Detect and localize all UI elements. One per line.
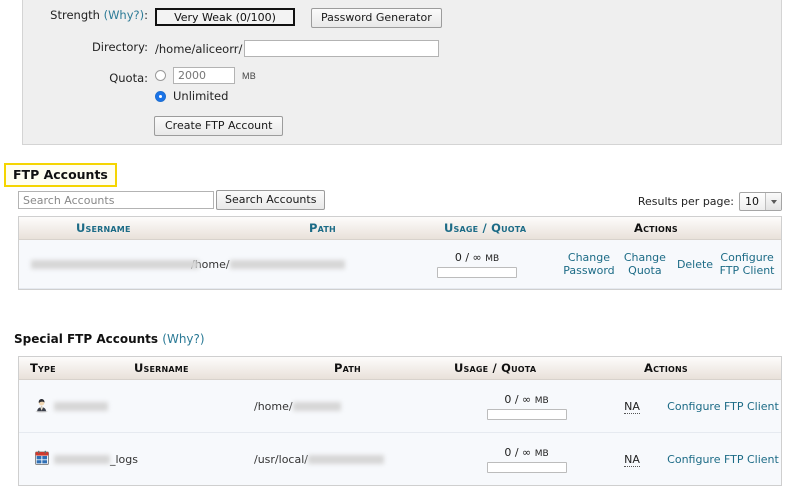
row-path-prefix: /usr/local/ (254, 452, 308, 466)
usage-progress-bar (486, 408, 567, 420)
log-icon (34, 450, 50, 466)
results-per-page-select[interactable]: 10 (739, 192, 782, 211)
directory-label: Directory: (91, 40, 148, 54)
row-type-icon (19, 450, 54, 469)
column-header-username[interactable]: Username (19, 221, 309, 235)
strength-row: Strength (Why?): Very Weak (0/100) Passw… (23, 8, 442, 28)
strength-why-link[interactable]: (Why?) (104, 8, 145, 22)
table-row: _logs /usr/local/ 0 / ∞ MB NA Configure … (19, 433, 781, 485)
username-suffix: _logs (110, 452, 138, 466)
row-special-path: /home/ (254, 400, 454, 413)
usage-value: 0 / ∞ (504, 392, 532, 406)
results-per-page-value: 10 (745, 195, 759, 208)
quota-unlimited-label: Unlimited (173, 89, 229, 103)
strength-label-text: Strength (50, 8, 100, 22)
usage-value: 0 / ∞ (454, 250, 482, 264)
directory-prefix: /home/aliceorr/ (155, 42, 243, 56)
special-ftp-why-link[interactable]: (Why?) (162, 332, 204, 346)
usage-unit: MB (485, 253, 500, 264)
usage-value: 0 / ∞ (504, 445, 532, 459)
row-special-username: _logs (54, 453, 254, 466)
quota-amount-radio[interactable] (155, 70, 166, 81)
column-header-special-actions: Actions (644, 361, 688, 375)
row-special-quota-na: NA (599, 399, 665, 414)
results-per-page: Results per page: 10 (638, 192, 782, 211)
column-header-special-path: Path (334, 361, 361, 375)
row-special-usage-quota: 0 / ∞ MB (454, 446, 599, 473)
quota-na-abbr[interactable]: NA (624, 399, 640, 414)
search-accounts-button[interactable]: Search Accounts (216, 190, 326, 210)
row-special-usage-quota: 0 / ∞ MB (454, 393, 599, 420)
row-actions: Change Password Change Quota Delete Conf… (547, 251, 781, 277)
password-generator-button[interactable]: Password Generator (311, 8, 442, 28)
password-strength-indicator: Very Weak (0/100) (155, 8, 295, 26)
column-header-special-username: Username (134, 361, 189, 375)
chevron-down-icon[interactable] (765, 193, 781, 210)
column-header-type: Type (30, 361, 56, 375)
row-type-icon (19, 397, 54, 416)
quota-unit-label: MB (242, 70, 256, 81)
column-header-path[interactable]: Path (309, 221, 444, 235)
ftp-accounts-table: Username Path Usage / Quota Actions /hom… (18, 216, 782, 290)
user-icon (34, 397, 50, 413)
quota-row: Quota: MB Unlimited (23, 67, 256, 103)
column-header-special-usage-quota: Usage / Quota (454, 361, 537, 375)
redacted-path (292, 402, 341, 412)
create-ftp-account-button[interactable]: Create FTP Account (154, 116, 284, 136)
ftp-accounts-title-text: FTP Accounts (13, 167, 108, 182)
row-username (19, 258, 199, 270)
special-ftp-accounts-table: Type Username Path Usage / Quota Actions (18, 356, 782, 486)
change-password-link[interactable]: Change Password (561, 251, 617, 277)
row-special-quota-na: NA (599, 452, 665, 467)
quota-unlimited-option[interactable]: Unlimited (155, 89, 256, 103)
redacted-username (54, 402, 108, 412)
column-header-usage-quota[interactable]: Usage / Quota (444, 221, 634, 235)
password-strength-value: Very Weak (0/100) (174, 10, 276, 24)
delete-link[interactable]: Delete (673, 258, 717, 271)
special-ftp-accounts-title: Special FTP Accounts (Why?) (14, 332, 205, 346)
configure-ftp-client-link[interactable]: Configure FTP Client (717, 251, 777, 277)
quota-amount-option[interactable]: MB (155, 67, 256, 84)
row-special-username (54, 400, 254, 413)
usage-unit: MB (534, 395, 549, 406)
create-ftp-account-form: Strength (Why?): Very Weak (0/100) Passw… (22, 0, 782, 145)
row-path: /home/ (191, 258, 407, 271)
row-path-prefix: /home/ (254, 399, 293, 413)
ftp-accounts-title: FTP Accounts (4, 163, 117, 187)
configure-ftp-client-link[interactable]: Configure FTP Client (665, 400, 781, 413)
search-accounts-input[interactable] (18, 191, 214, 209)
change-quota-link[interactable]: Change Quota (617, 251, 673, 277)
redacted-username (31, 259, 199, 269)
usage-progress-bar (486, 461, 567, 473)
column-header-actions: Actions (634, 221, 678, 235)
quota-amount-input[interactable] (173, 67, 235, 84)
quota-na-abbr[interactable]: NA (624, 452, 640, 467)
table-row: /home/ 0 / ∞ MB NA Configure FTP Client (19, 380, 781, 433)
row-special-actions: Configure FTP Client (665, 453, 781, 466)
special-ftp-accounts-title-text: Special FTP Accounts (14, 332, 159, 346)
redacted-path (229, 260, 345, 270)
redacted-username (54, 455, 110, 465)
results-per-page-label: Results per page: (637, 195, 734, 208)
usage-progress-bar (437, 266, 517, 278)
row-special-actions: Configure FTP Client (665, 400, 781, 413)
redacted-path (307, 455, 384, 465)
table-row: /home/ 0 / ∞ MB Change Password Change Q… (19, 240, 781, 289)
ftp-accounts-page: Strength (Why?): Very Weak (0/100) Passw… (0, 0, 800, 500)
strength-colon: : (144, 8, 148, 22)
directory-input[interactable] (244, 40, 440, 57)
quota-label: Quota: (109, 71, 148, 85)
directory-row: Directory: /home/aliceorr/ (23, 40, 440, 57)
usage-unit: MB (534, 448, 549, 459)
ftp-accounts-table-header: Username Path Usage / Quota Actions (19, 217, 781, 240)
row-usage-quota: 0 / ∞ MB (407, 251, 547, 278)
special-ftp-accounts-table-header: Type Username Path Usage / Quota Actions (19, 357, 781, 380)
configure-ftp-client-link[interactable]: Configure FTP Client (665, 453, 781, 466)
row-special-path: /usr/local/ (254, 453, 454, 466)
quota-unlimited-radio[interactable] (155, 90, 166, 102)
strength-label: Strength (Why?): (23, 8, 155, 22)
